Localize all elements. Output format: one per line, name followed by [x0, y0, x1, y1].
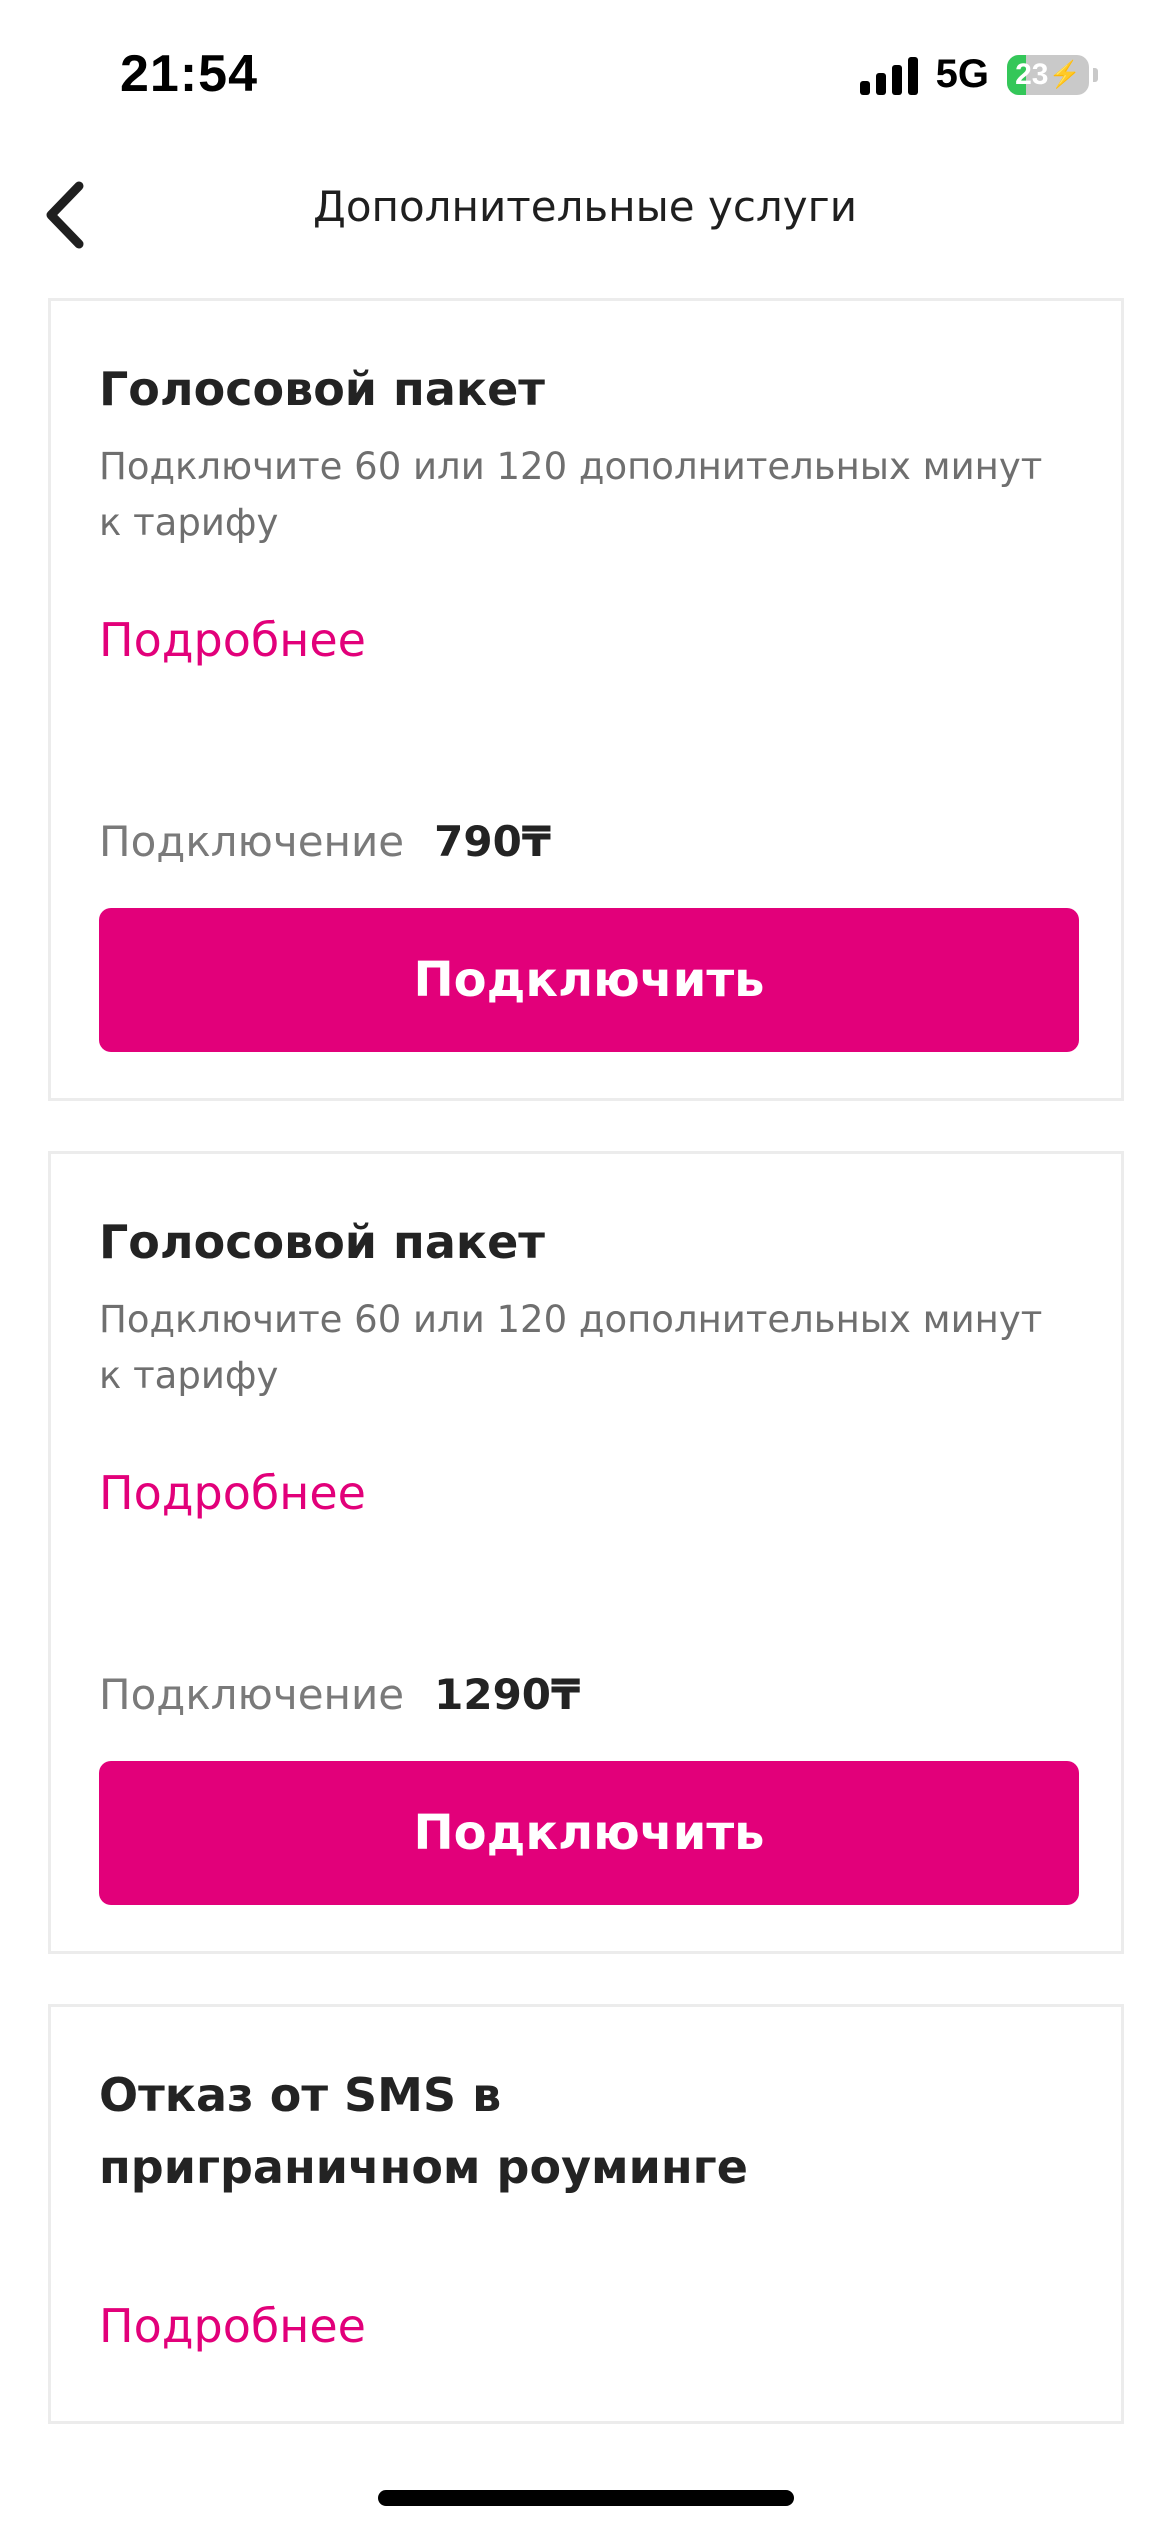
price-value: 1290₸ [434, 1670, 581, 1719]
connect-button[interactable]: Подключить [99, 908, 1079, 1052]
service-card: Голосовой пакет Подключите 60 или 120 до… [48, 1151, 1124, 1954]
battery-icon: 23 ⚡ [1007, 54, 1089, 95]
service-title: Голосовой пакет [99, 362, 545, 416]
services-list: Голосовой пакет Подключите 60 или 120 до… [48, 298, 1124, 2474]
service-title: Отказ от SMS в приграничном роуминге [99, 2068, 748, 2194]
price-label: Подключение [99, 1670, 405, 1719]
details-link[interactable]: Подробнее [99, 1466, 366, 1520]
network-type: 5G [935, 52, 989, 96]
page-title: Дополнительные услуги [313, 182, 857, 231]
service-card: Отказ от SMS в приграничном роуминге Под… [48, 2004, 1124, 2424]
screen: 21:54 5G 23 ⚡ Дополнительные услуги Голо… [0, 0, 1170, 2532]
battery-percent: 23 ⚡ [1015, 57, 1081, 91]
nav-header: Дополнительные услуги [0, 160, 1170, 290]
battery-cap [1093, 67, 1098, 82]
details-link[interactable]: Подробнее [99, 613, 366, 667]
price-label: Подключение [99, 817, 405, 866]
home-indicator[interactable] [378, 2490, 794, 2506]
status-time: 21:54 [120, 45, 258, 103]
price-row: Подключение 790₸ [99, 817, 1073, 866]
service-card: Голосовой пакет Подключите 60 или 120 до… [48, 298, 1124, 1101]
details-link[interactable]: Подробнее [99, 2299, 366, 2353]
status-bar: 21:54 5G 23 ⚡ [0, 0, 1170, 160]
cellular-signal-icon [859, 55, 918, 95]
connect-button[interactable]: Подключить [99, 1761, 1079, 1905]
service-description: Подключите 60 или 120 дополнительных мин… [99, 1298, 1043, 1397]
status-indicators: 5G 23 ⚡ [859, 52, 1098, 97]
service-description: Подключите 60 или 120 дополнительных мин… [99, 445, 1043, 544]
price-value: 790₸ [434, 817, 552, 866]
service-title: Голосовой пакет [99, 1215, 545, 1269]
bottom-safe-area [0, 2430, 1170, 2532]
price-row: Подключение 1290₸ [99, 1670, 1073, 1719]
